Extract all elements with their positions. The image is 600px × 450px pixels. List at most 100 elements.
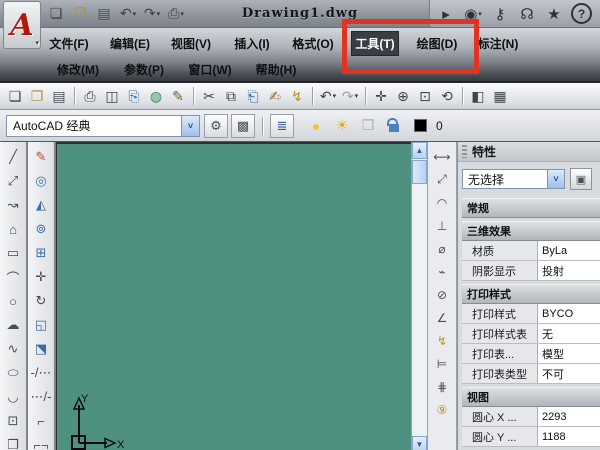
property-value[interactable]: 2293 <box>538 407 600 426</box>
construction-line-icon[interactable]: ⤢ <box>2 169 24 193</box>
design-center-icon[interactable]: ▦ <box>490 86 510 107</box>
break-icon[interactable]: ⌐¬ <box>30 433 52 450</box>
palette-grip[interactable] <box>462 145 467 158</box>
zoom-previous-icon[interactable]: ⟲ <box>437 86 457 107</box>
open-file-icon[interactable]: ❐ <box>27 86 47 107</box>
property-value[interactable]: ByLa <box>538 241 600 260</box>
property-value[interactable]: 模型 <box>538 344 600 363</box>
3d-dwf-icon[interactable]: ◍ <box>146 86 166 107</box>
ellipse-icon[interactable]: ⬭ <box>2 361 24 385</box>
communication-center-icon[interactable]: ☊ <box>517 3 537 24</box>
line-icon[interactable]: ╱ <box>2 145 24 169</box>
continue-dimension-icon[interactable]: ⋕ <box>431 375 453 398</box>
rotate-icon[interactable]: ↻ <box>30 289 52 313</box>
diameter-dimension-icon[interactable]: ⊘ <box>431 283 453 306</box>
break-at-point-icon[interactable]: ⌐ <box>30 409 52 433</box>
erase-icon[interactable]: ✎ <box>30 145 52 169</box>
circle-icon[interactable]: ○ <box>2 289 24 313</box>
save-icon[interactable]: ▤ <box>94 3 114 24</box>
layer-unlock-icon[interactable] <box>384 115 404 136</box>
menu-help[interactable]: 帮助(H) <box>253 58 299 81</box>
scroll-track[interactable] <box>412 184 427 436</box>
linear-dimension-icon[interactable]: ⟷ <box>431 145 453 168</box>
layer-thaw-sun-icon[interactable]: ☀ <box>332 115 352 136</box>
drawing-canvas[interactable]: Y X <box>56 142 411 450</box>
make-block-icon[interactable]: ❒ <box>2 433 24 450</box>
autocad-logo-icon[interactable]: A▾ <box>3 1 41 49</box>
save-icon[interactable]: ▤ <box>49 86 69 107</box>
property-value[interactable]: BYCO <box>538 304 600 323</box>
favorites-icon[interactable]: ★ <box>544 3 564 24</box>
revision-cloud-icon[interactable]: ☁ <box>2 313 24 337</box>
my-workspace-icon[interactable]: ▩ <box>231 114 255 138</box>
copy-icon[interactable]: ⧉ <box>221 86 241 107</box>
open-file-icon[interactable]: ❐ <box>70 3 90 24</box>
stretch-icon[interactable]: ⬔ <box>30 337 52 361</box>
chevron-down-icon[interactable]: ˅ <box>547 170 564 188</box>
ordinate-dimension-icon[interactable]: ⊥ <box>431 214 453 237</box>
arc-icon[interactable]: ⌒ <box>2 265 24 289</box>
menu-window[interactable]: 窗口(W) <box>187 58 233 81</box>
scale-icon[interactable]: ◱ <box>30 313 52 337</box>
zoom-realtime-icon[interactable]: ⊕ <box>393 86 413 107</box>
copy-object-icon[interactable]: ◎ <box>30 169 52 193</box>
undo-icon[interactable]: ↶▾ <box>318 86 338 107</box>
menu-file[interactable]: 文件(F) <box>46 32 92 55</box>
menu-edit[interactable]: 编辑(E) <box>107 32 153 55</box>
property-value[interactable]: 投射 <box>538 261 600 280</box>
chevron-down-icon[interactable]: ˅ <box>181 116 199 136</box>
chevron-down-icon[interactable]: ▾ <box>333 92 337 100</box>
angular-dimension-icon[interactable]: ∠ <box>431 306 453 329</box>
array-icon[interactable]: ⊞ <box>30 241 52 265</box>
new-file-icon[interactable]: ❏ <box>5 86 25 107</box>
property-value[interactable]: 1188 <box>538 427 600 446</box>
redo-icon[interactable]: ↷▾ <box>340 86 360 107</box>
rectangle-icon[interactable]: ▭ <box>2 241 24 265</box>
chevron-down-icon[interactable]: ▾ <box>355 92 359 100</box>
markup-icon[interactable]: ✎ <box>168 86 188 107</box>
menu-dimension[interactable]: 标注(N) <box>475 32 521 55</box>
section-header[interactable]: 视图 <box>462 387 600 407</box>
aligned-dimension-icon[interactable]: ⤢ <box>431 168 453 191</box>
workspace-settings-icon[interactable]: ⚙ <box>204 114 228 138</box>
insert-block-icon[interactable]: ⊡ <box>2 409 24 433</box>
selection-combo[interactable]: 无选择 ˅ <box>462 169 565 189</box>
move-icon[interactable]: ✛ <box>30 265 52 289</box>
scroll-down-icon[interactable]: ▼ <box>412 436 427 450</box>
chevron-down-icon[interactable]: ▾ <box>133 10 137 18</box>
zoom-window-icon[interactable]: ⊡ <box>415 86 435 107</box>
layer-properties-manager-icon[interactable]: ≣ <box>270 114 294 138</box>
properties-header[interactable]: 特性 <box>458 142 600 162</box>
extend-icon[interactable]: ⋯/- <box>30 385 52 409</box>
radius-dimension-icon[interactable]: ⌀ <box>431 237 453 260</box>
publish-icon[interactable]: ⎘ <box>124 86 144 107</box>
paste-icon[interactable]: ⎗ <box>243 86 263 107</box>
ellipse-arc-icon[interactable]: ◡ <box>2 385 24 409</box>
layer-on-bulb-icon[interactable]: ● <box>306 115 326 136</box>
match-properties-icon[interactable]: ✍ <box>265 86 285 107</box>
help-icon[interactable]: ? <box>571 3 592 24</box>
block-editor-icon[interactable]: ↯ <box>287 86 307 107</box>
section-header[interactable]: 打印样式 <box>462 284 600 304</box>
layer-viewport-freeze-icon[interactable]: ❐ <box>358 115 378 136</box>
undo-icon[interactable]: ↶▾ <box>118 3 138 24</box>
polygon-icon[interactable]: ⌂ <box>2 217 24 241</box>
mirror-icon[interactable]: ◭ <box>30 193 52 217</box>
toggle-pickadd-button[interactable]: ▣ <box>570 168 592 190</box>
section-header[interactable]: 常规 <box>462 198 600 218</box>
spline-icon[interactable]: ∿ <box>2 337 24 361</box>
jogged-dimension-icon[interactable]: ⌁ <box>431 260 453 283</box>
section-header[interactable]: 三维效果 <box>462 221 600 241</box>
trim-icon[interactable]: -/⋯ <box>30 361 52 385</box>
plot-icon[interactable]: ⎙ <box>80 86 100 107</box>
property-value[interactable]: 无 <box>538 324 600 343</box>
polyline-icon[interactable]: ↝ <box>2 193 24 217</box>
cut-icon[interactable]: ✂ <box>199 86 219 107</box>
workspace-combo[interactable]: AutoCAD 经典 ˅ <box>6 115 200 137</box>
pan-icon[interactable]: ✛ <box>371 86 391 107</box>
properties-palette-icon[interactable]: ◧ <box>468 86 488 107</box>
quick-dimension-icon[interactable]: ↯ <box>431 329 453 352</box>
menu-format[interactable]: 格式(O) <box>290 32 336 55</box>
key-icon[interactable]: ⚷ <box>490 3 510 24</box>
baseline-dimension-icon[interactable]: ⊨ <box>431 352 453 375</box>
